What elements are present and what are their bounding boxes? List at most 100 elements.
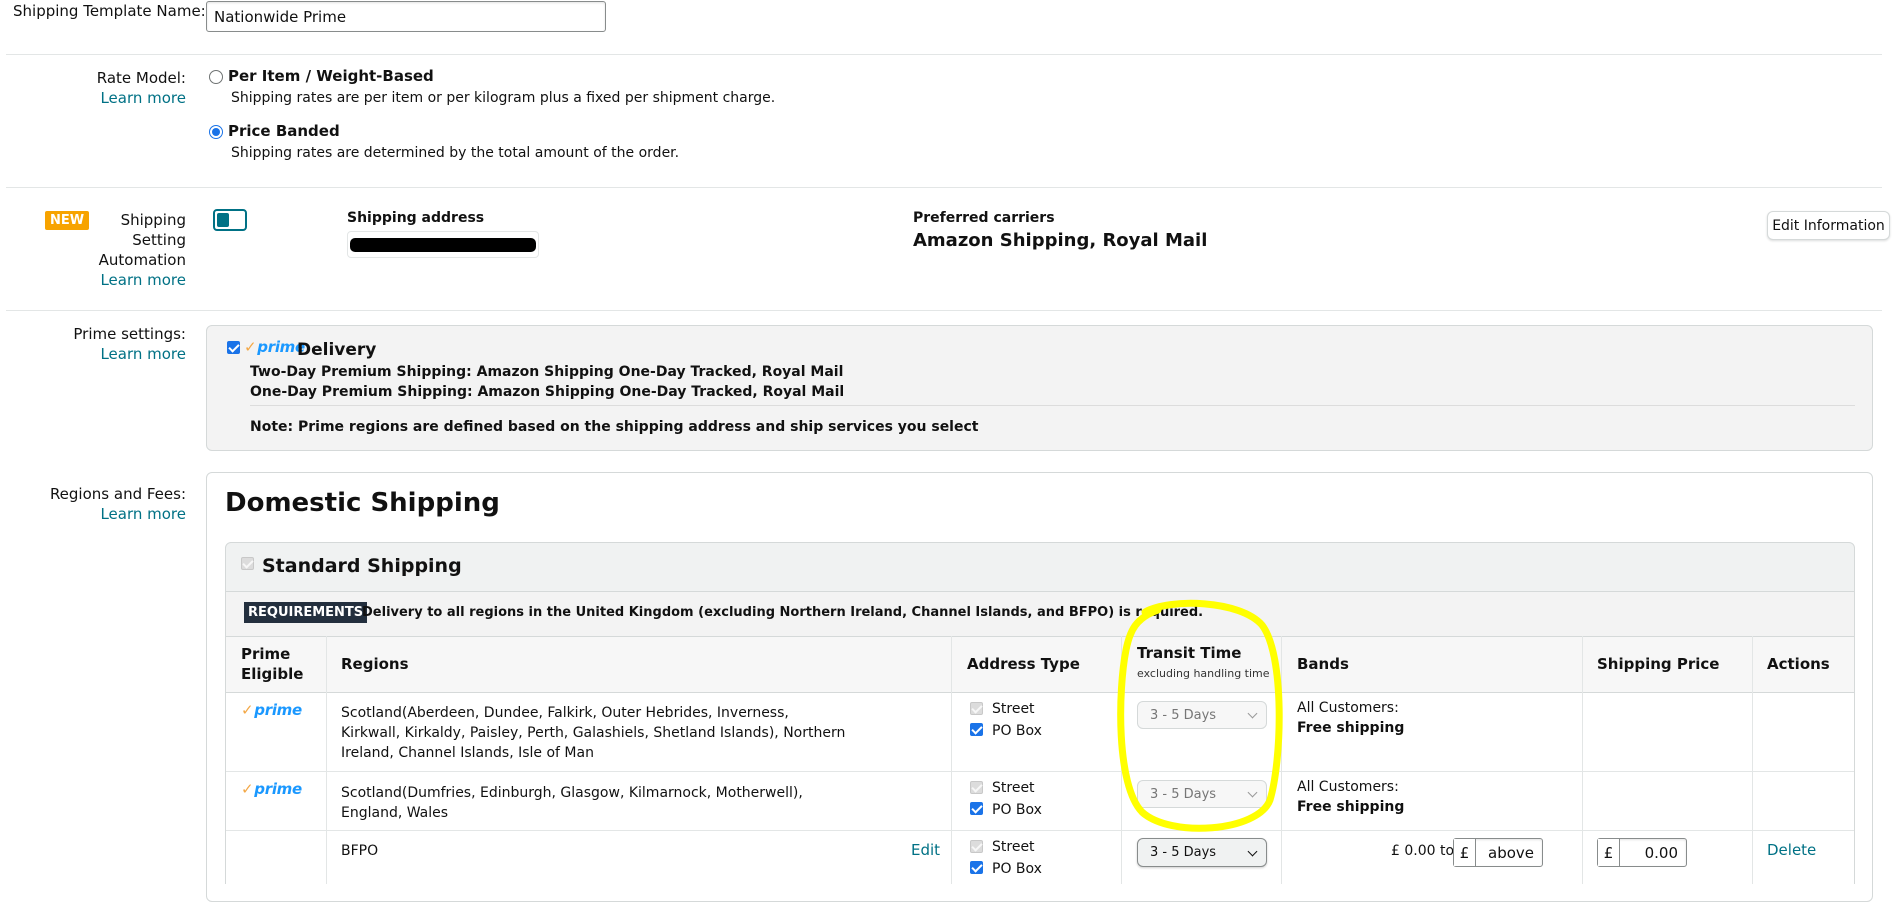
col-bands: Bands — [1297, 655, 1349, 673]
automation-learn-more-link[interactable]: Learn more — [100, 270, 186, 290]
shipping-price-input[interactable]: £ 0.00 — [1597, 838, 1687, 867]
prime-settings-panel: ✓prime Delivery Two-Day Premium Shipping… — [206, 325, 1873, 451]
standard-shipping-title: Standard Shipping — [262, 555, 462, 577]
region-bfpo: BFPO — [341, 843, 379, 859]
street-label: Street — [992, 780, 1035, 796]
divider — [6, 54, 1882, 55]
po-box-label: PO Box — [992, 861, 1042, 877]
col-transit-time: Transit Time — [1137, 644, 1242, 662]
region-text-line: Ireland, Channel Islands, Isle of Man — [341, 745, 594, 761]
street-checkbox — [970, 781, 983, 794]
col-address-type: Address Type — [967, 655, 1080, 673]
prime-logo: ✓prime — [244, 338, 305, 356]
currency-symbol: £ — [1454, 839, 1476, 866]
band-to-input[interactable]: £ above — [1453, 838, 1543, 867]
divider — [6, 310, 1882, 311]
band-from: £ 0.00 to — [1391, 843, 1455, 859]
one-day-shipping: One-Day Premium Shipping: Amazon Shippin… — [250, 384, 845, 400]
prime-logo: ✓prime — [241, 780, 302, 798]
automation-label-line-3: Automation — [98, 251, 186, 269]
automation-label-line-1: Shipping — [120, 211, 186, 229]
chevron-down-icon — [1247, 787, 1258, 798]
domestic-shipping-heading: Domestic Shipping — [225, 488, 500, 518]
street-checkbox — [970, 702, 983, 715]
shipping-address-field — [347, 231, 539, 258]
panel-divider — [250, 405, 1855, 406]
per-item-desc: Shipping rates are per item or per kilog… — [231, 90, 776, 106]
shipping-price-value: 0.00 — [1644, 843, 1678, 862]
shipping-address-label: Shipping address — [347, 210, 485, 226]
prime-delivery-label: Delivery — [297, 340, 377, 360]
bands-value: Free shipping — [1297, 720, 1405, 736]
prime-settings-learn-more-link[interactable]: Learn more — [100, 344, 186, 364]
table-row-divider — [226, 771, 1854, 772]
col-transit-time-sub: excluding handling time — [1137, 667, 1270, 680]
per-item-title: Per Item / Weight-Based — [228, 67, 434, 85]
price-banded-title: Price Banded — [228, 122, 340, 140]
street-label: Street — [992, 701, 1035, 717]
region-text-line: Scotland(Aberdeen, Dundee, Falkirk, Oute… — [341, 705, 789, 721]
automation-toggle[interactable] — [213, 209, 247, 231]
new-badge: NEW — [45, 211, 90, 230]
region-text-line: England, Wales — [341, 805, 449, 821]
transit-time-select: 3 - 5 Days — [1137, 780, 1267, 808]
po-box-checkbox[interactable] — [970, 861, 983, 874]
transit-time-value: 3 - 5 Days — [1150, 707, 1217, 723]
street-checkbox — [970, 840, 983, 853]
preferred-carriers-value: Amazon Shipping, Royal Mail — [913, 230, 1208, 251]
col-regions: Regions — [341, 655, 409, 673]
band-to-value: above — [1488, 843, 1534, 862]
street-label: Street — [992, 839, 1035, 855]
bands-label: All Customers: — [1297, 700, 1399, 716]
po-box-checkbox[interactable] — [970, 802, 983, 815]
chevron-down-icon — [1247, 846, 1258, 856]
transit-time-select[interactable]: 3 - 5 Days — [1137, 838, 1267, 867]
template-name-label: Shipping Template Name: — [13, 2, 206, 20]
toggle-knob — [217, 213, 229, 227]
col-prime-eligible-line-2: Eligible — [241, 665, 304, 683]
standard-shipping-checkbox — [241, 557, 254, 570]
requirements-badge: REQUIREMENTS — [244, 602, 368, 623]
col-divider — [1752, 636, 1753, 884]
col-divider — [1281, 636, 1282, 884]
currency-symbol: £ — [1598, 839, 1620, 866]
po-box-checkbox[interactable] — [970, 723, 983, 736]
rate-model-learn-more-link[interactable]: Learn more — [100, 88, 186, 108]
col-divider — [951, 636, 952, 884]
col-shipping-price: Shipping Price — [1597, 655, 1720, 673]
price-banded-desc: Shipping rates are determined by the tot… — [231, 145, 680, 161]
redacted-address — [350, 238, 536, 252]
po-box-label: PO Box — [992, 802, 1042, 818]
bands-value: Free shipping — [1297, 799, 1405, 815]
transit-time-select: 3 - 5 Days — [1137, 701, 1267, 729]
two-day-shipping: Two-Day Premium Shipping: Amazon Shippin… — [250, 364, 844, 380]
region-text-line: Kirkwall, Kirkaldy, Paisley, Perth, Gala… — [341, 725, 846, 741]
radio-price-banded[interactable] — [209, 125, 223, 139]
prime-delivery-checkbox[interactable] — [227, 341, 240, 354]
standard-shipping-header: Standard Shipping — [225, 542, 1855, 592]
radio-per-item[interactable] — [209, 70, 223, 84]
region-text-line: Scotland(Dumfries, Edinburgh, Glasgow, K… — [341, 785, 803, 801]
col-divider — [1582, 636, 1583, 884]
delete-row-link[interactable]: Delete — [1767, 841, 1816, 859]
po-box-label: PO Box — [992, 723, 1042, 739]
edit-region-link[interactable]: Edit — [911, 841, 940, 859]
prime-regions-note: Note: Prime regions are defined based on… — [250, 419, 979, 435]
transit-time-value: 3 - 5 Days — [1150, 845, 1217, 860]
prime-logo: ✓prime — [241, 701, 302, 719]
transit-time-value: 3 - 5 Days — [1150, 786, 1217, 802]
regions-fees-learn-more-link[interactable]: Learn more — [100, 504, 186, 524]
automation-label-line-2: Setting — [132, 231, 186, 249]
prime-settings-label: Prime settings: — [73, 325, 186, 343]
bands-label: All Customers: — [1297, 779, 1399, 795]
chevron-down-icon — [1247, 708, 1258, 719]
divider — [6, 187, 1882, 188]
rate-model-label: Rate Model: — [96, 69, 186, 87]
col-divider — [1121, 636, 1122, 884]
requirements-text: Delivery to all regions in the United Ki… — [362, 605, 1204, 620]
requirements-row: REQUIREMENTS Delivery to all regions in … — [225, 592, 1855, 636]
col-actions: Actions — [1767, 655, 1830, 673]
table-row-divider — [226, 830, 1854, 831]
edit-information-button[interactable]: Edit Information — [1767, 211, 1890, 240]
template-name-input[interactable]: Nationwide Prime — [206, 1, 606, 32]
